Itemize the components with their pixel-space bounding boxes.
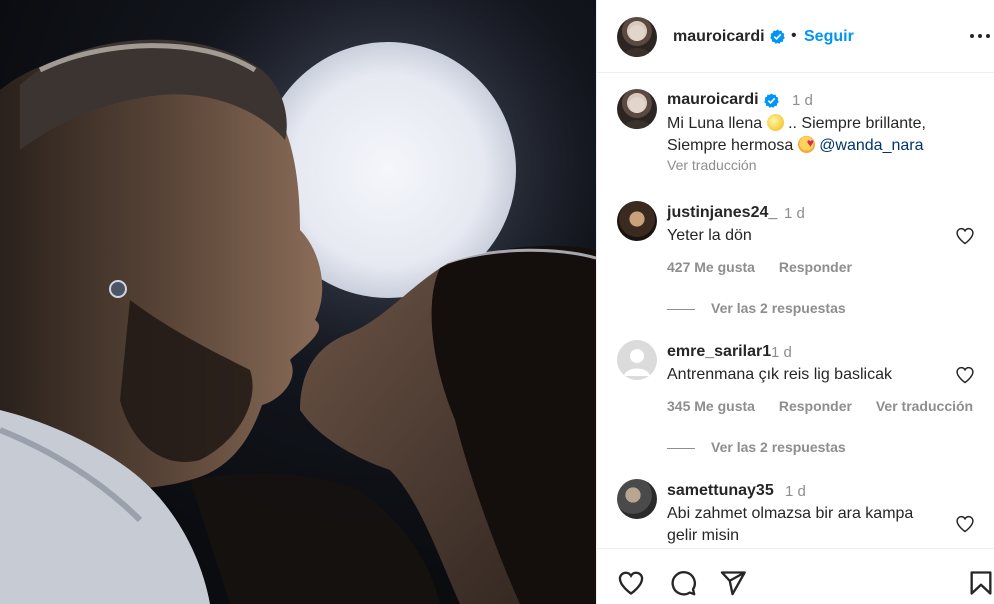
caption-translate-link[interactable]: Ver traducción [667,157,757,173]
author-username[interactable]: mauroicardi [673,28,765,46]
comment-icon[interactable] [669,569,697,597]
post-header: mauroicardi • Seguir [597,0,994,73]
comment-time[interactable]: 1 d [771,344,792,361]
separator-dot: • [791,27,797,44]
view-replies-label: Ver las 2 respuestas [711,300,846,316]
post-photo-illustration [0,0,596,604]
post-action-bar [597,548,994,604]
comment-like-heart-icon[interactable] [955,514,975,534]
caption-time[interactable]: 1 d [792,92,813,109]
comment-text: Yeter la dön [667,227,752,244]
comment-text: Antrenmana çık reis lig baslicak [667,366,892,383]
full-moon-emoji-icon [766,114,784,131]
heart-icon[interactable] [617,569,645,597]
post-photo[interactable] [0,0,596,604]
comment-reply-button[interactable]: Responder [779,259,852,275]
comment-avatar[interactable] [617,201,657,241]
comment-avatar[interactable] [617,340,657,380]
author-avatar[interactable] [617,17,657,57]
caption-username[interactable]: mauroicardi [667,91,759,109]
comment-time[interactable]: 1 d [785,483,806,500]
follow-button[interactable]: Seguir [804,28,854,46]
caption-mention-link[interactable]: @wanda_nara [819,137,923,154]
comment-reply-button[interactable]: Responder [779,398,852,414]
smiling-face-with-hearts-emoji-icon [797,132,815,154]
verified-badge-icon [764,93,779,108]
comment-avatar[interactable] [617,479,657,519]
comment-meta: 427 Me gusta Responder [667,259,872,275]
comment-text: Abi zahmet olmazsa bir ara kampa gelir m… [667,505,914,544]
share-icon[interactable] [719,569,747,597]
comment-username[interactable]: justinjanes24_ [667,204,777,222]
comment-username[interactable]: emre_sarilar1 [667,343,771,361]
caption-author-avatar[interactable] [617,89,657,129]
caption-text: Mi Luna llena .. Siempre brillante, Siem… [667,113,987,157]
comment-like-heart-icon[interactable] [955,226,975,246]
view-replies-button[interactable]: Ver las 2 respuestas [667,439,846,455]
comment-translate-link[interactable]: Ver traducción [876,398,973,414]
replies-divider [667,447,695,449]
comment-username[interactable]: samettunay35 [667,482,774,500]
bookmark-icon[interactable] [967,569,994,597]
comment-meta: 345 Me gusta Responder Ver traducción [667,398,993,414]
comment-likes[interactable]: 427 Me gusta [667,259,755,275]
comment-like-heart-icon[interactable] [955,365,975,385]
comment-time[interactable]: 1 d [784,205,805,222]
caption-text-part-1: Mi Luna llena [667,115,763,132]
comment-likes[interactable]: 345 Me gusta [667,398,755,414]
post-side-panel: mauroicardi • Seguir mauroicardi 1 d Mi … [596,0,994,604]
verified-badge-icon [770,29,785,44]
replies-divider [667,308,695,310]
view-replies-button[interactable]: Ver las 2 respuestas [667,300,846,316]
more-options-icon[interactable] [969,26,991,46]
view-replies-label: Ver las 2 respuestas [711,439,846,455]
